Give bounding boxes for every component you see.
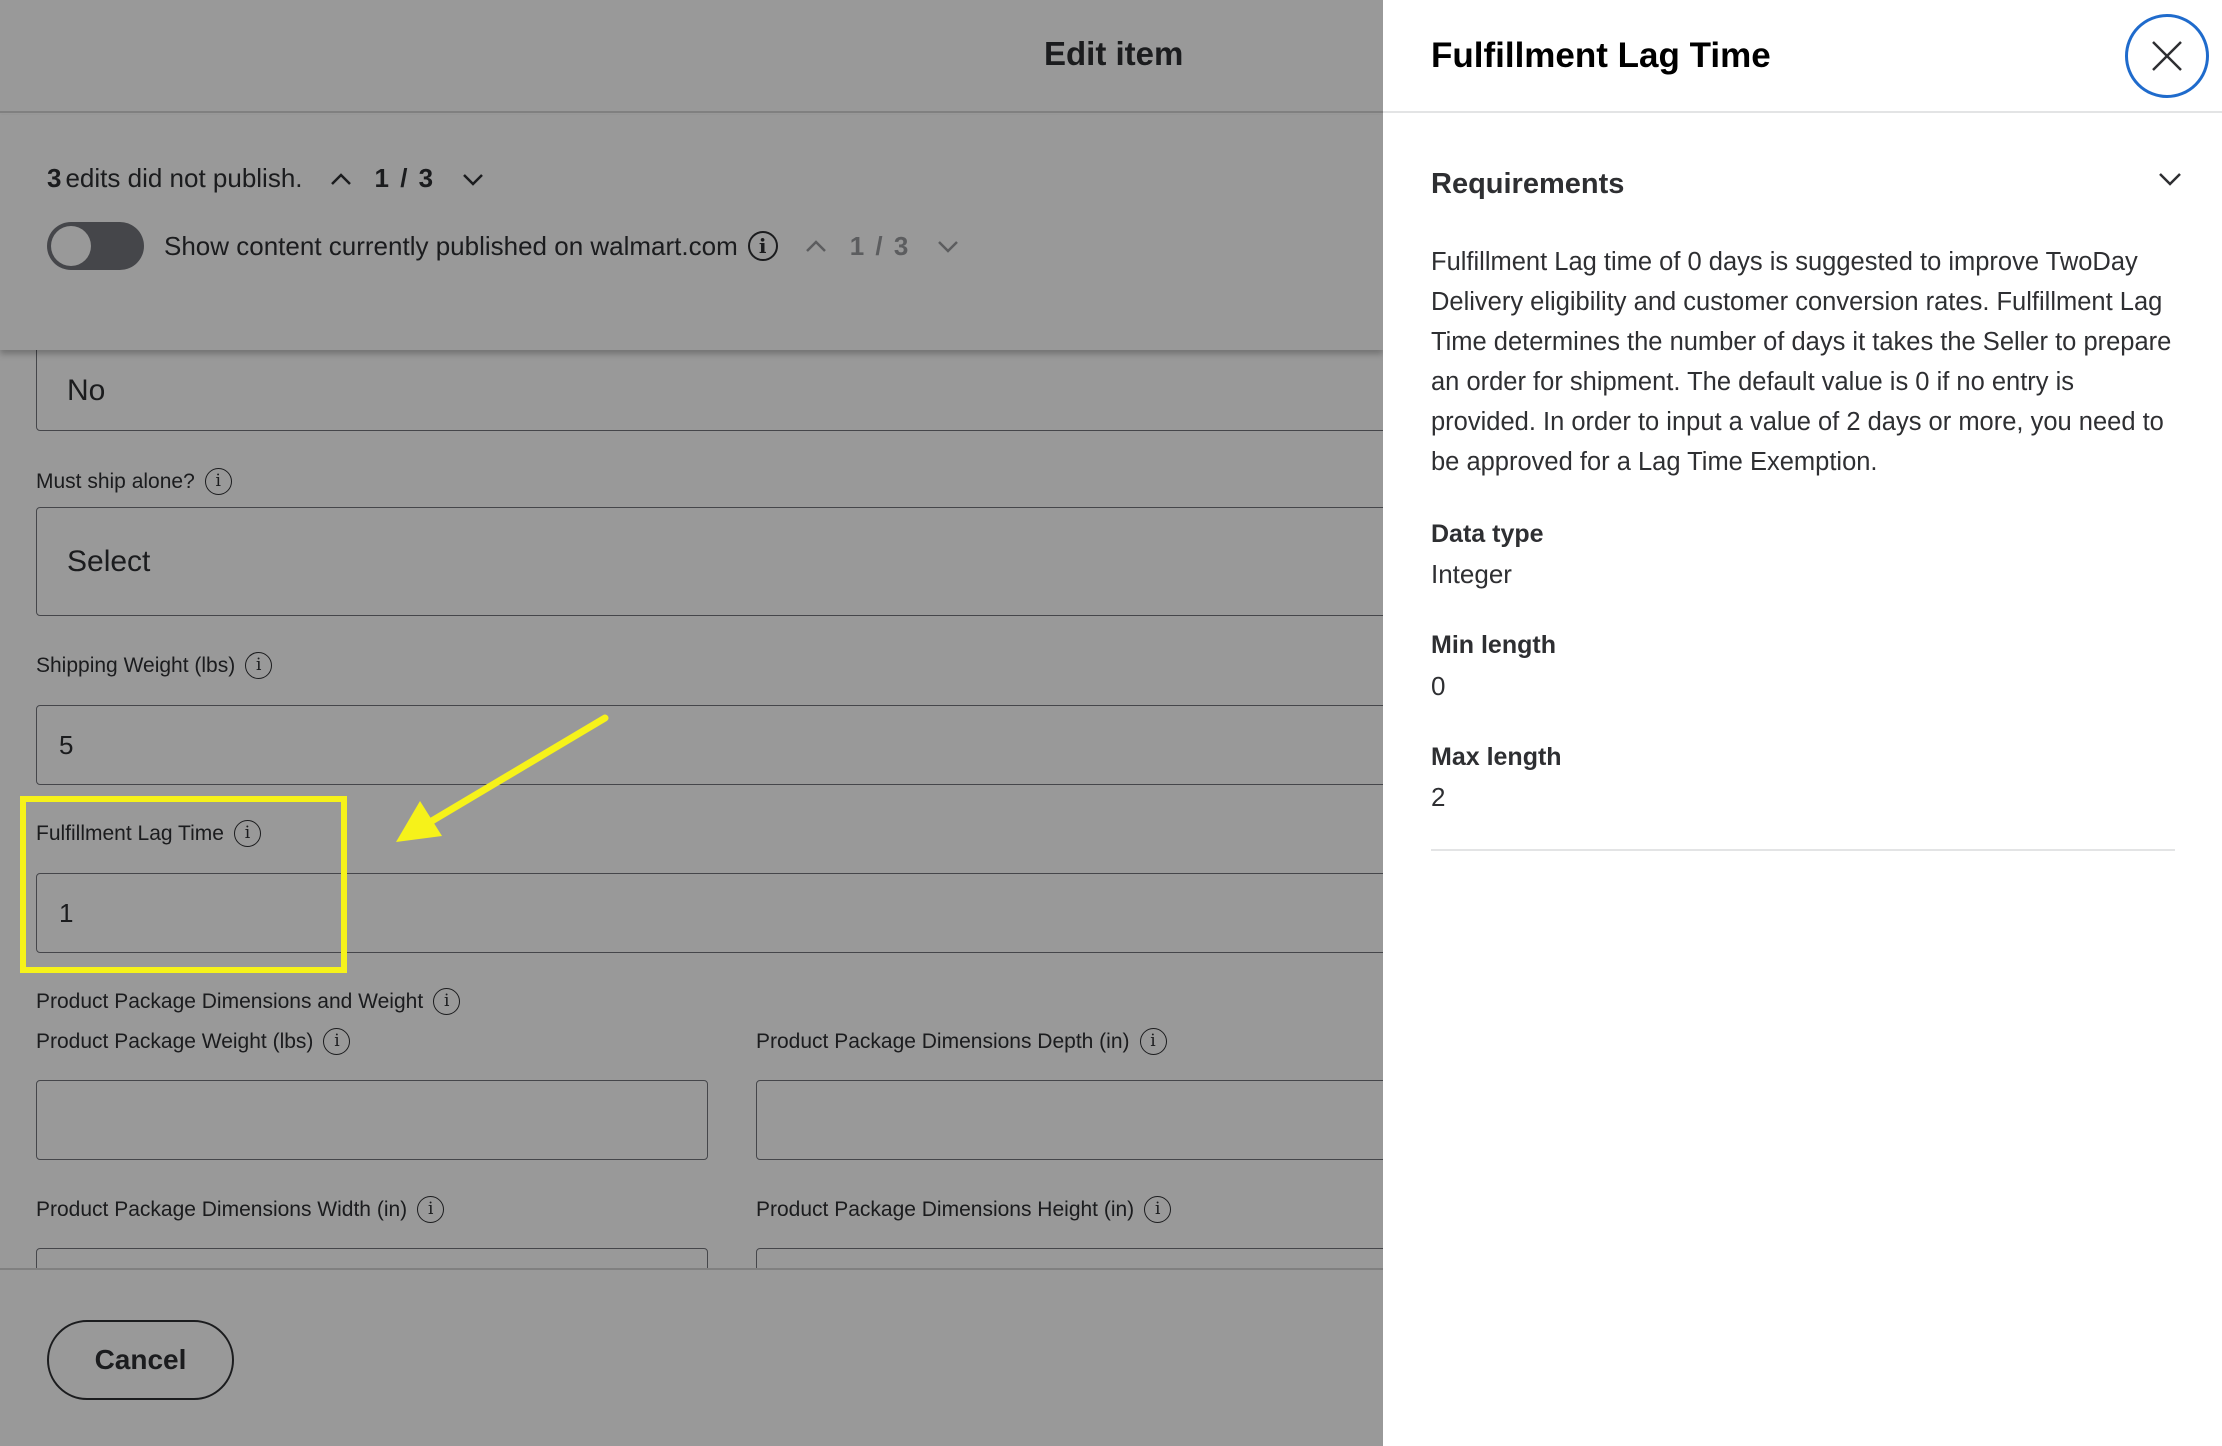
edit-item-page: Edit item 3 edits did not publish. 1 / 3… (0, 0, 1383, 1446)
min-length-value: 0 (1431, 671, 1446, 701)
close-button[interactable] (2125, 14, 2209, 98)
requirements-heading: Requirements (1431, 168, 1625, 200)
requirements-text: Fulfillment Lag time of 0 days is sugges… (1431, 248, 2172, 476)
panel-header: Fulfillment Lag Time (1383, 0, 2222, 113)
field-info-panel: Fulfillment Lag Time Requirements Fulfil… (1383, 0, 2222, 1446)
panel-divider (1431, 849, 2175, 851)
panel-title: Fulfillment Lag Time (1431, 36, 1771, 75)
close-icon (2152, 41, 2182, 71)
min-length-label: Min length (1431, 631, 1556, 659)
data-type-value: Integer (1431, 559, 1512, 589)
modal-overlay[interactable] (0, 0, 1383, 1446)
data-type-label: Data type (1431, 520, 1544, 548)
max-length-label: Max length (1431, 743, 1562, 771)
annotation-arrow-icon (396, 714, 609, 842)
max-length-value: 2 (1431, 782, 1446, 812)
chevron-down-icon[interactable] (2155, 164, 2185, 194)
highlight-annotation-box (20, 796, 347, 973)
